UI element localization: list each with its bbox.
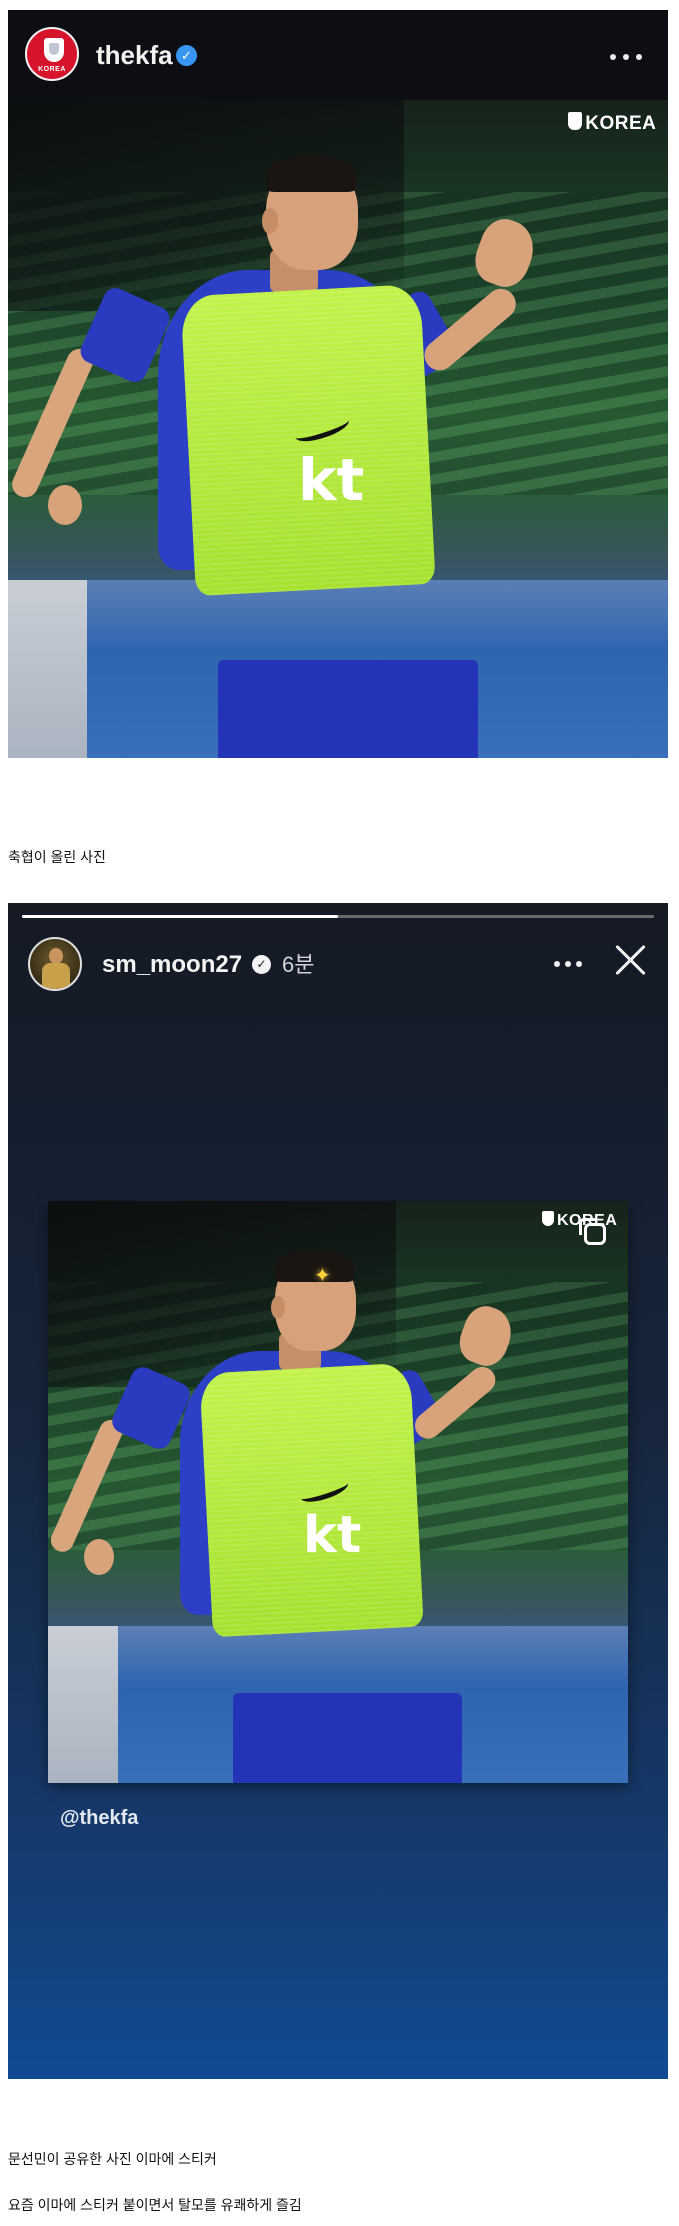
kfa-crest-icon bbox=[542, 1211, 554, 1227]
stand-pillar bbox=[8, 580, 88, 758]
caption-second: 문선민이 공유한 사진 이마에 스티커 bbox=[8, 2151, 217, 2167]
caption-first: 축협이 올린 사진 bbox=[8, 849, 106, 865]
sparkle-sticker-icon: ✦ bbox=[314, 1265, 331, 1287]
close-icon[interactable] bbox=[614, 943, 648, 977]
more-options-icon[interactable] bbox=[554, 961, 584, 969]
profile-avatar-sm-moon27[interactable] bbox=[28, 937, 82, 991]
player-ear bbox=[271, 1296, 285, 1319]
instagram-post: KOREA thekfa ✓ KOREA kt bbox=[8, 10, 668, 758]
korea-watermark: KOREA bbox=[568, 112, 656, 135]
shared-post-photo[interactable]: KOREA ✦ kt bbox=[48, 1201, 628, 1783]
story-progress-fill bbox=[22, 915, 338, 918]
player-shorts bbox=[218, 660, 478, 758]
verified-badge-icon: ✓ bbox=[252, 955, 271, 974]
player-left-hand bbox=[48, 485, 82, 525]
player-left-hand bbox=[84, 1539, 114, 1575]
repost-icon[interactable] bbox=[579, 1218, 606, 1245]
mention-tag[interactable]: @thekfa bbox=[60, 1806, 138, 1830]
kit-sponsor-logo: kt bbox=[303, 1506, 362, 1565]
post-photo[interactable]: KOREA kt bbox=[8, 100, 668, 758]
kfa-crest-icon bbox=[568, 112, 583, 131]
stand-pillar bbox=[48, 1625, 118, 1783]
post-username[interactable]: thekfa bbox=[96, 40, 173, 70]
avatar-crest-text: KOREA bbox=[38, 66, 66, 73]
more-options-icon[interactable] bbox=[610, 54, 644, 62]
verified-badge-icon: ✓ bbox=[176, 45, 197, 66]
story-progress-bar bbox=[22, 915, 654, 918]
kfa-crest-icon bbox=[44, 38, 64, 62]
caption-third: 요즘 이마에 스티커 붙이면서 탈모를 유쾌하게 즐김 bbox=[8, 2197, 302, 2213]
instagram-story[interactable]: sm_moon27 ✓ 6분 KOREA ✦ kt @thekfa bbox=[8, 903, 668, 2079]
post-header: KOREA thekfa ✓ bbox=[8, 10, 668, 100]
story-timestamp: 6분 bbox=[282, 952, 315, 977]
player-shorts bbox=[233, 1693, 462, 1783]
profile-avatar-thekfa[interactable]: KOREA bbox=[25, 27, 79, 81]
player-hair bbox=[266, 156, 356, 192]
player-ear bbox=[262, 208, 278, 234]
story-username[interactable]: sm_moon27 bbox=[102, 951, 242, 979]
kit-sponsor-logo: kt bbox=[298, 446, 365, 514]
watermark-text: KOREA bbox=[585, 113, 657, 135]
